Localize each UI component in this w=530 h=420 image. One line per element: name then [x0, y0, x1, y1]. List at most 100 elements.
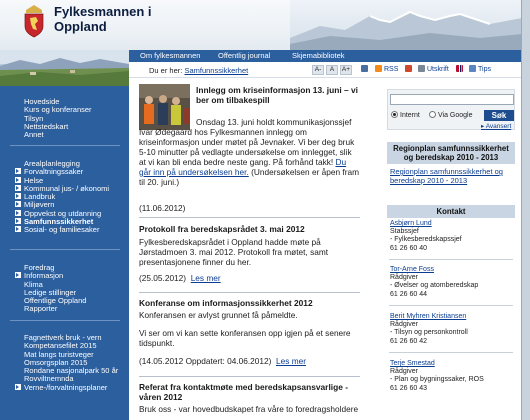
main-content: Innlegg om kriseinformasjon 13. juni – v…	[139, 84, 360, 420]
expand-icon	[15, 272, 21, 279]
radio-unselected-icon	[429, 111, 436, 118]
contact-name[interactable]: Berit Myhren Kristiansen	[390, 313, 515, 321]
page: Fylkesmannen i Oppland Hovedside Kurs og…	[0, 0, 522, 420]
nav-link-annet[interactable]: Annet	[0, 130, 129, 139]
contact-role: - Tilsyn og personkontroll	[390, 329, 468, 337]
topnav-om-fylkesmannen[interactable]: Om fylkesmannen	[140, 51, 200, 61]
search-button[interactable]: Søk	[484, 110, 514, 121]
tips-icon	[469, 65, 476, 72]
article-title[interactable]: Protokoll fra beredskapsrådet 3. mai 201…	[139, 224, 360, 234]
contact-card: Tor-Arne Foss Rådgiver - Øvelser og atom…	[390, 266, 515, 299]
regionplan-link[interactable]: Regionplan samfunnssikkerhet og beredska…	[390, 167, 515, 185]
regionplan-heading: Regionplan samfunnssikkerhet og beredska…	[387, 142, 515, 164]
expand-icon	[15, 193, 21, 200]
article-date: (25.05.2012)	[139, 273, 187, 283]
contact-name[interactable]: Terje Smestad	[390, 360, 515, 368]
nav-link-verneplaner[interactable]: Verne-/forvaltningsplaner	[0, 383, 129, 392]
site-title[interactable]: Fylkesmannen i Oppland	[54, 4, 152, 34]
advanced-search-link[interactable]: ▸ Avansert	[481, 122, 511, 130]
nav-divider	[10, 249, 120, 250]
article-protokoll: Protokoll fra beredskapsrådet 3. mai 201…	[139, 224, 360, 283]
nav-link-informasjon[interactable]: Informasjon	[0, 272, 129, 280]
read-more-link[interactable]: Les mer	[276, 356, 306, 366]
expand-icon	[15, 176, 21, 183]
tips-link[interactable]: Tips	[469, 65, 491, 74]
audio-tool[interactable]	[361, 65, 370, 74]
share-icon	[405, 65, 412, 72]
right-sidebar: Internt Via Google Søk ▸ Avansert Region…	[387, 84, 521, 420]
nav-link-foredrag[interactable]: Foredrag	[0, 263, 129, 272]
nav-group-projects: Fagnettverk bruk - vern Kompetansefilet …	[0, 333, 129, 392]
nav-link-kommunal[interactable]: Kommunal jus- / økonomi	[0, 184, 129, 193]
article-title[interactable]: Konferanse om informasjonssikkerhet 2012	[139, 298, 360, 308]
nav-divider	[10, 145, 120, 146]
nav-link-nettstedskart[interactable]: Nettstedskart	[0, 122, 129, 131]
print-icon	[418, 65, 425, 72]
nav-link-kurs[interactable]: Kurs og konferanser	[0, 105, 129, 114]
font-smaller-button[interactable]: A-	[312, 65, 324, 75]
contact-phone: 61 26 60 43	[390, 384, 427, 392]
contact-title: Rådgiver	[390, 368, 419, 376]
nav-group-info: Foredrag Informasjon Klima Ledige stilli…	[0, 263, 129, 314]
contact-name[interactable]: Asbjørn Lund	[390, 220, 515, 228]
site-header: Fylkesmannen i Oppland	[0, 0, 521, 50]
rss-label: RSS	[384, 66, 399, 73]
article-date: (14.05.2012 Oppdatert: 04.06.2012)	[139, 356, 272, 366]
nav-link-landbruk[interactable]: Landbruk	[0, 193, 129, 201]
flag-tool[interactable]	[456, 65, 465, 74]
share-tool[interactable]	[405, 65, 414, 74]
article-title[interactable]: Referat fra kontaktmøte med beredskapsan…	[139, 382, 360, 402]
nav-link-label: Sosial- og familiesaker	[24, 225, 100, 235]
header-mountain-image	[290, 0, 521, 50]
article-referat: Referat fra kontaktmøte med beredskapsan…	[139, 382, 360, 414]
search-option-internt[interactable]: Internt	[391, 111, 420, 119]
expand-icon	[15, 383, 21, 390]
contact-name[interactable]: Tor-Arne Foss	[390, 266, 515, 274]
contact-card: Terje Smestad Rådgiver - Plan og bygning…	[390, 360, 515, 393]
contact-heading: Kontakt	[387, 205, 515, 218]
contact-divider	[389, 259, 513, 260]
expand-icon	[15, 184, 21, 191]
contact-card: Berit Myhren Kristiansen Rådgiver - Tils…	[390, 313, 515, 346]
rss-link[interactable]: RSS	[375, 65, 398, 74]
topnav-offentlig-journal[interactable]: Offentlig journal	[218, 51, 270, 61]
article-divider	[139, 292, 360, 293]
nav-divider	[10, 320, 120, 321]
expand-icon	[15, 168, 21, 175]
nav-link-sosial[interactable]: Sosial- og familiesaker	[0, 226, 129, 234]
site-title-line2: Oppland	[54, 19, 107, 34]
breadcrumb-bar: Du er her: Samfunnssikkerhet A- A A+ RSS…	[129, 62, 521, 78]
search-option-google[interactable]: Via Google	[429, 111, 473, 119]
article-meta: (14.05.2012 Oppdatert: 04.06.2012) Les m…	[139, 356, 360, 366]
article-title[interactable]: Innlegg om kriseinformasjon 13. juni – v…	[196, 85, 360, 105]
read-more-link[interactable]: Les mer	[191, 273, 221, 283]
landscape-photo	[0, 50, 129, 86]
flag-icon	[456, 65, 463, 72]
nav-group-main: Hovedside Kurs og konferanser Tilsyn Net…	[0, 97, 129, 139]
article-body: Fylkesberedskapsrådet i Oppland hadde mø…	[139, 237, 329, 267]
contact-role: - Fylkesberedskapssjef	[390, 236, 462, 244]
contact-card: Asbjørn Lund Stabssjef - Fylkesberedskap…	[390, 220, 515, 253]
topnav-skjemabibliotek[interactable]: Skjemabibliotek	[292, 51, 345, 61]
contact-phone: 61 26 60 44	[390, 290, 427, 298]
expand-icon	[15, 209, 21, 216]
expand-icon	[15, 226, 21, 233]
article-divider	[139, 376, 360, 377]
nav-link-forvaltningssaker[interactable]: Forvaltningssaker	[0, 168, 129, 176]
article-meta: (25.05.2012) Les mer	[139, 273, 360, 283]
nav-link-rapporter[interactable]: Rapporter	[0, 305, 129, 314]
font-larger-button[interactable]: A+	[340, 65, 352, 75]
article-date: (11.06.2012)	[139, 203, 186, 213]
speaker-icon	[361, 65, 368, 72]
print-link[interactable]: Utskrift	[418, 65, 449, 74]
breadcrumb-current[interactable]: Samfunnssikkerhet	[184, 66, 248, 75]
nav-link-offentlige-oppland[interactable]: Offentlige Oppland	[0, 296, 129, 305]
contact-role: - Øvelser og atomberedskap	[390, 282, 479, 290]
tips-label: Tips	[478, 66, 491, 73]
font-normal-button[interactable]: A	[326, 65, 338, 75]
radio-selected-icon	[391, 111, 398, 118]
contact-divider	[389, 352, 513, 353]
advanced-search-label: Avansert	[485, 123, 512, 130]
search-input[interactable]	[390, 94, 514, 105]
contact-title: Rådgiver	[390, 274, 419, 282]
